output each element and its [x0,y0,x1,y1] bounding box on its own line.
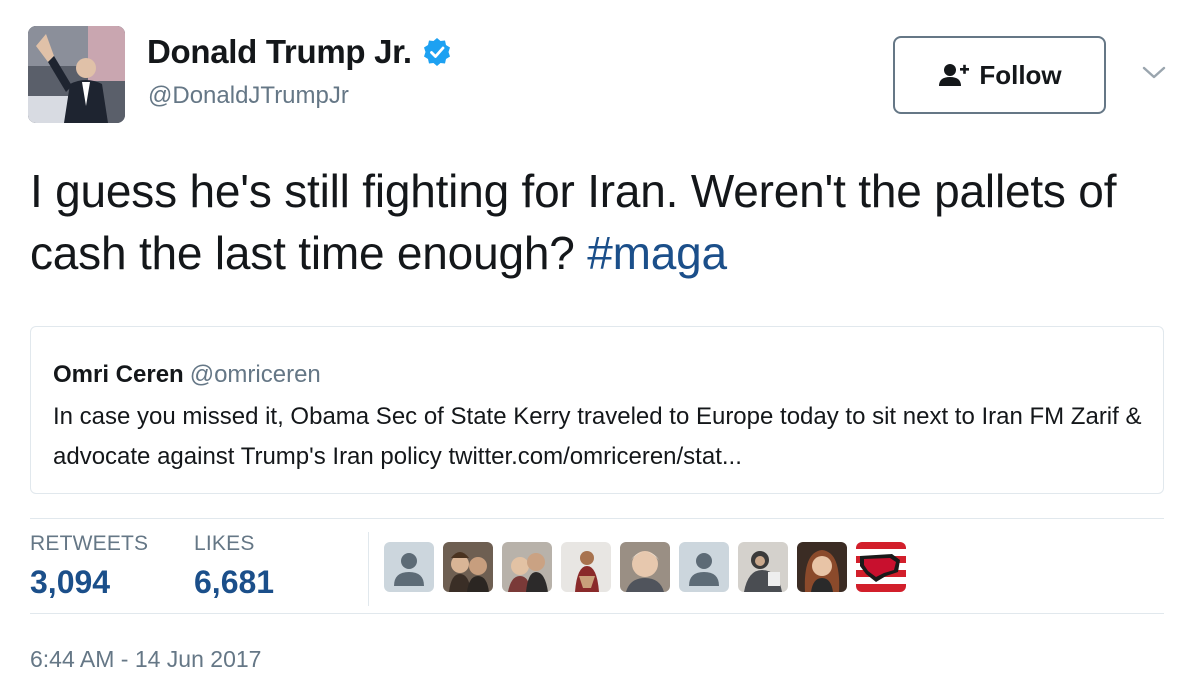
tweet-timestamp[interactable]: 6:44 AM - 14 Jun 2017 [30,646,261,673]
photo-avatar-icon[interactable] [561,542,611,592]
tweet-card: Donald Trump Jr. @DonaldJTrumpJr Follow … [0,0,1200,696]
retweets-count: 3,094 [30,564,111,600]
retweets-label: RETWEETS [30,532,149,555]
tweet-body: I guess he's still fighting for Iran. We… [30,165,1117,279]
photo-avatar-icon[interactable] [620,542,670,592]
quoted-tweet-name: Omri Ceren [53,361,184,388]
likes-stat[interactable]: LIKES 6,681 [194,532,274,601]
stats-separator [368,532,369,606]
profile-avatar[interactable] [28,26,125,123]
default-avatar-icon[interactable] [384,542,434,592]
name-row: Donald Trump Jr. [147,33,452,71]
verified-badge-icon [423,38,450,66]
tweet-text: I guess he's still fighting for Iran. We… [30,160,1150,284]
photo-avatar-icon[interactable] [502,542,552,592]
user-handle[interactable]: @DonaldJTrumpJr [148,82,349,110]
display-name[interactable]: Donald Trump Jr. [147,33,412,71]
add-user-icon [939,64,970,86]
chevron-down-icon[interactable] [1141,64,1167,82]
retweets-stat[interactable]: RETWEETS 3,094 [30,532,148,601]
quoted-tweet-header: Omri Ceren @omriceren [53,361,321,389]
quoted-tweet-handle: @omriceren [189,361,321,388]
divider [30,518,1164,519]
photo-avatar-icon[interactable] [797,542,847,592]
divider [30,613,1164,614]
liker-avatars [384,542,915,592]
likes-label: LIKES [194,532,255,555]
follow-button[interactable]: Follow [893,36,1106,114]
photo-avatar-icon[interactable] [443,542,493,592]
likes-count: 6,681 [194,564,275,600]
hashtag-link[interactable]: #maga [587,227,727,279]
follow-label: Follow [979,59,1062,90]
photo-avatar-icon[interactable] [738,542,788,592]
quoted-tweet[interactable]: Omri Ceren @omriceren In case you missed … [30,326,1164,494]
default-avatar-icon[interactable] [679,542,729,592]
quoted-tweet-text: In case you missed it, Obama Sec of Stat… [53,403,1142,470]
flag-map-avatar-icon[interactable] [856,542,906,592]
